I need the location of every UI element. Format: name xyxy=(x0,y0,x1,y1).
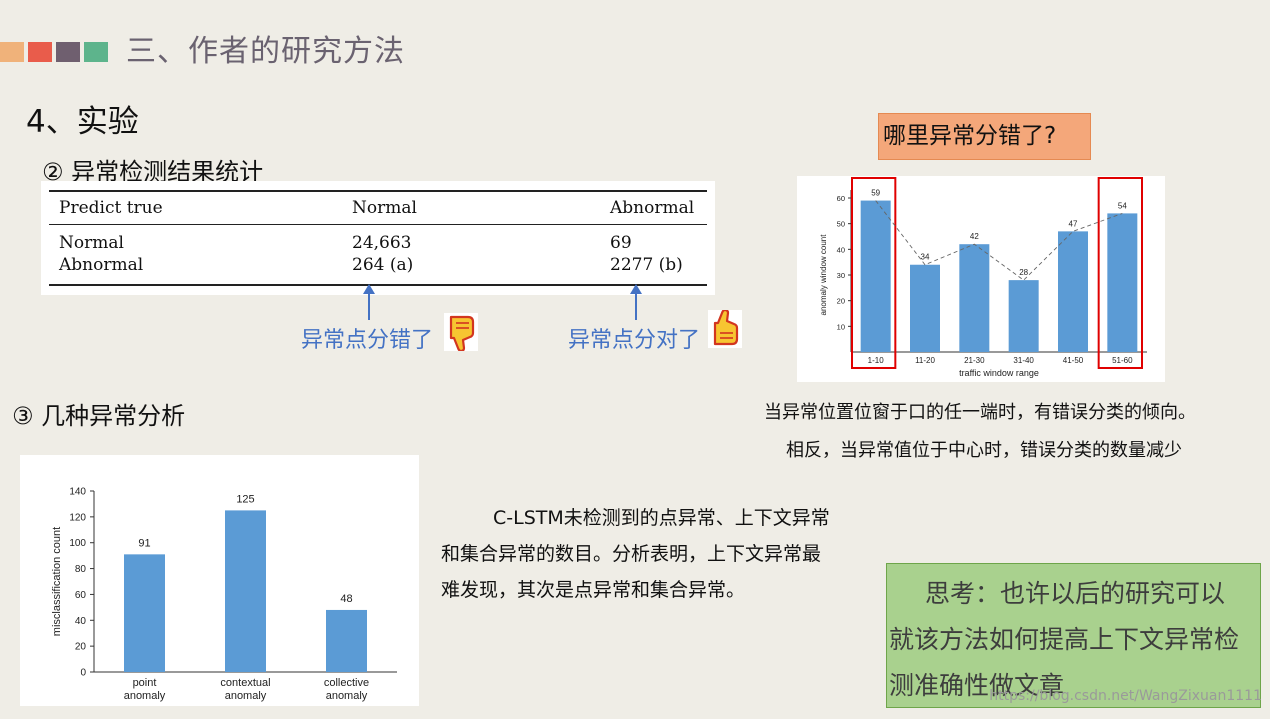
table-header-rule xyxy=(49,224,707,225)
misclassification-chart-svg: 02040608010012014091pointanomaly125conte… xyxy=(51,487,397,702)
x-tick-label: 51-60 xyxy=(1112,356,1133,365)
x-tick-label: 11-20 xyxy=(915,356,935,365)
y-tick-label: 0 xyxy=(80,668,86,679)
y-tick-label: 140 xyxy=(69,487,86,498)
data-label: 54 xyxy=(1118,201,1127,210)
y-axis-label: anomaly window count xyxy=(819,234,828,316)
table-bottom-rule xyxy=(49,284,707,286)
data-label: 48 xyxy=(340,593,352,605)
table-header-cell: Normal xyxy=(352,198,417,218)
bar-31-40 xyxy=(1008,280,1039,352)
data-label: 34 xyxy=(921,253,930,262)
bar-collective xyxy=(326,609,367,672)
table-cell: Abnormal xyxy=(59,255,144,275)
y-tick-label: 100 xyxy=(69,538,86,549)
y-tick-label: 40 xyxy=(75,616,87,627)
section-heading: 4、实验 xyxy=(26,104,139,140)
x-axis-label: traffic window range xyxy=(959,368,1039,378)
bar-41-50 xyxy=(1058,231,1088,352)
thinking-line: 就该方法如何提高上下文异常检 xyxy=(889,625,1240,654)
table-cell: 2277 (b) xyxy=(610,255,683,275)
data-label: 42 xyxy=(970,232,979,241)
thumbs-down-icon xyxy=(444,313,478,351)
table-cell: 264 (a) xyxy=(352,255,414,275)
bar-contextual xyxy=(225,510,266,672)
bar-21-30 xyxy=(959,244,990,352)
annotation-wrong: 异常点分错了 xyxy=(301,328,434,353)
subheading-anomaly-analysis: ③ 几种异常分析 xyxy=(12,402,186,430)
y-tick-label: 60 xyxy=(75,590,87,601)
misclassification-chart: 0 20 40 60 80 100 120 140 91 point anomaly 125 conte… xyxy=(20,455,419,706)
annotation-right: 异常点分对了 xyxy=(568,328,701,353)
paragraph-line: 和集合异常的数目。分析表明，上下文异常最 xyxy=(441,543,822,565)
x-tick-label: point xyxy=(133,677,157,689)
analysis-paragraph: C-LSTM未检测到的点异常、上下文异常 和集合异常的数目。分析表明，上下文异常… xyxy=(441,500,871,608)
table-cell: 69 xyxy=(610,233,632,253)
slide-title: 三、作者的研究方法 xyxy=(126,34,405,69)
callout-where-wrong: 哪里异常分错了? xyxy=(878,113,1091,160)
window-range-chart-svg: 10 20 30 40 50 60 59 1-10 34 11-20 42 21-30 28 31-40 4… xyxy=(819,177,1147,378)
header-square-3 xyxy=(56,42,80,62)
table-top-rule xyxy=(49,190,707,192)
chart-note-line-1: 当异常位置位窗于口的任一端时，有错误分类的倾向。 xyxy=(764,402,1196,423)
data-label: 47 xyxy=(1069,219,1078,228)
x-tick-label: anomaly xyxy=(326,690,368,702)
x-tick-label: 41-50 xyxy=(1063,356,1084,365)
x-tick-label: 31-40 xyxy=(1013,356,1034,365)
y-tick-label: 10 xyxy=(837,322,845,331)
data-label: 91 xyxy=(138,537,150,549)
window-range-chart: 10 20 30 40 50 60 59 1-10 34 11-20 42 21-30 28 31-40 4… xyxy=(797,176,1165,382)
data-label: 59 xyxy=(871,189,880,198)
watermark: https://blog.csdn.net/WangZixuan1111 xyxy=(989,688,1262,704)
thumbs-up-icon xyxy=(708,310,742,348)
table-cell: Normal xyxy=(59,233,124,253)
arrow-shaft xyxy=(635,292,637,320)
bar-51-60 xyxy=(1107,213,1138,352)
arrow-shaft xyxy=(368,292,370,320)
bar-11-20 xyxy=(910,264,940,352)
y-tick-label: 20 xyxy=(75,642,87,653)
x-tick-label: anomaly xyxy=(124,690,166,702)
x-tick-label: 21-30 xyxy=(964,356,985,365)
thinking-line: 思考：也许以后的研究可以 xyxy=(925,579,1226,608)
x-tick-label: 1-10 xyxy=(868,356,885,365)
y-tick-label: 80 xyxy=(75,564,87,575)
paragraph-line: 难发现，其次是点异常和集合异常。 xyxy=(441,579,746,601)
x-tick-label: anomaly xyxy=(225,690,267,702)
header-square-2 xyxy=(28,42,52,62)
table-cell: 24,663 xyxy=(352,233,412,253)
chart-note-line-2: 相反，当异常值位于中心时，错误分类的数量减少 xyxy=(786,440,1182,461)
data-label: 28 xyxy=(1019,268,1028,277)
y-tick-label: 30 xyxy=(837,271,845,280)
header-square-4 xyxy=(84,42,108,62)
table-header-cell: Abnormal xyxy=(610,198,695,218)
y-tick-label: 120 xyxy=(69,512,86,523)
x-tick-label: contextual xyxy=(220,677,270,689)
thinking-box: 思考：也许以后的研究可以 就该方法如何提高上下文异常检 测准确性做文章 xyxy=(886,563,1261,708)
header-square-1 xyxy=(0,42,24,62)
bar-1-10 xyxy=(860,200,891,352)
x-tick-label: collective xyxy=(324,677,369,689)
data-label: 125 xyxy=(236,493,254,505)
paragraph-line: C-LSTM未检测到的点异常、上下文异常 xyxy=(493,507,830,529)
y-tick-label: 60 xyxy=(837,194,845,203)
y-axis-label: misclassification count xyxy=(51,527,63,636)
table-header-cell: Predict true xyxy=(59,198,163,218)
bar-point xyxy=(124,554,165,672)
confusion-table: Predict true Normal Abnormal Normal 24,6… xyxy=(41,181,715,295)
y-tick-label: 40 xyxy=(837,245,845,254)
y-tick-label: 20 xyxy=(837,297,845,306)
y-tick-label: 50 xyxy=(837,220,845,229)
